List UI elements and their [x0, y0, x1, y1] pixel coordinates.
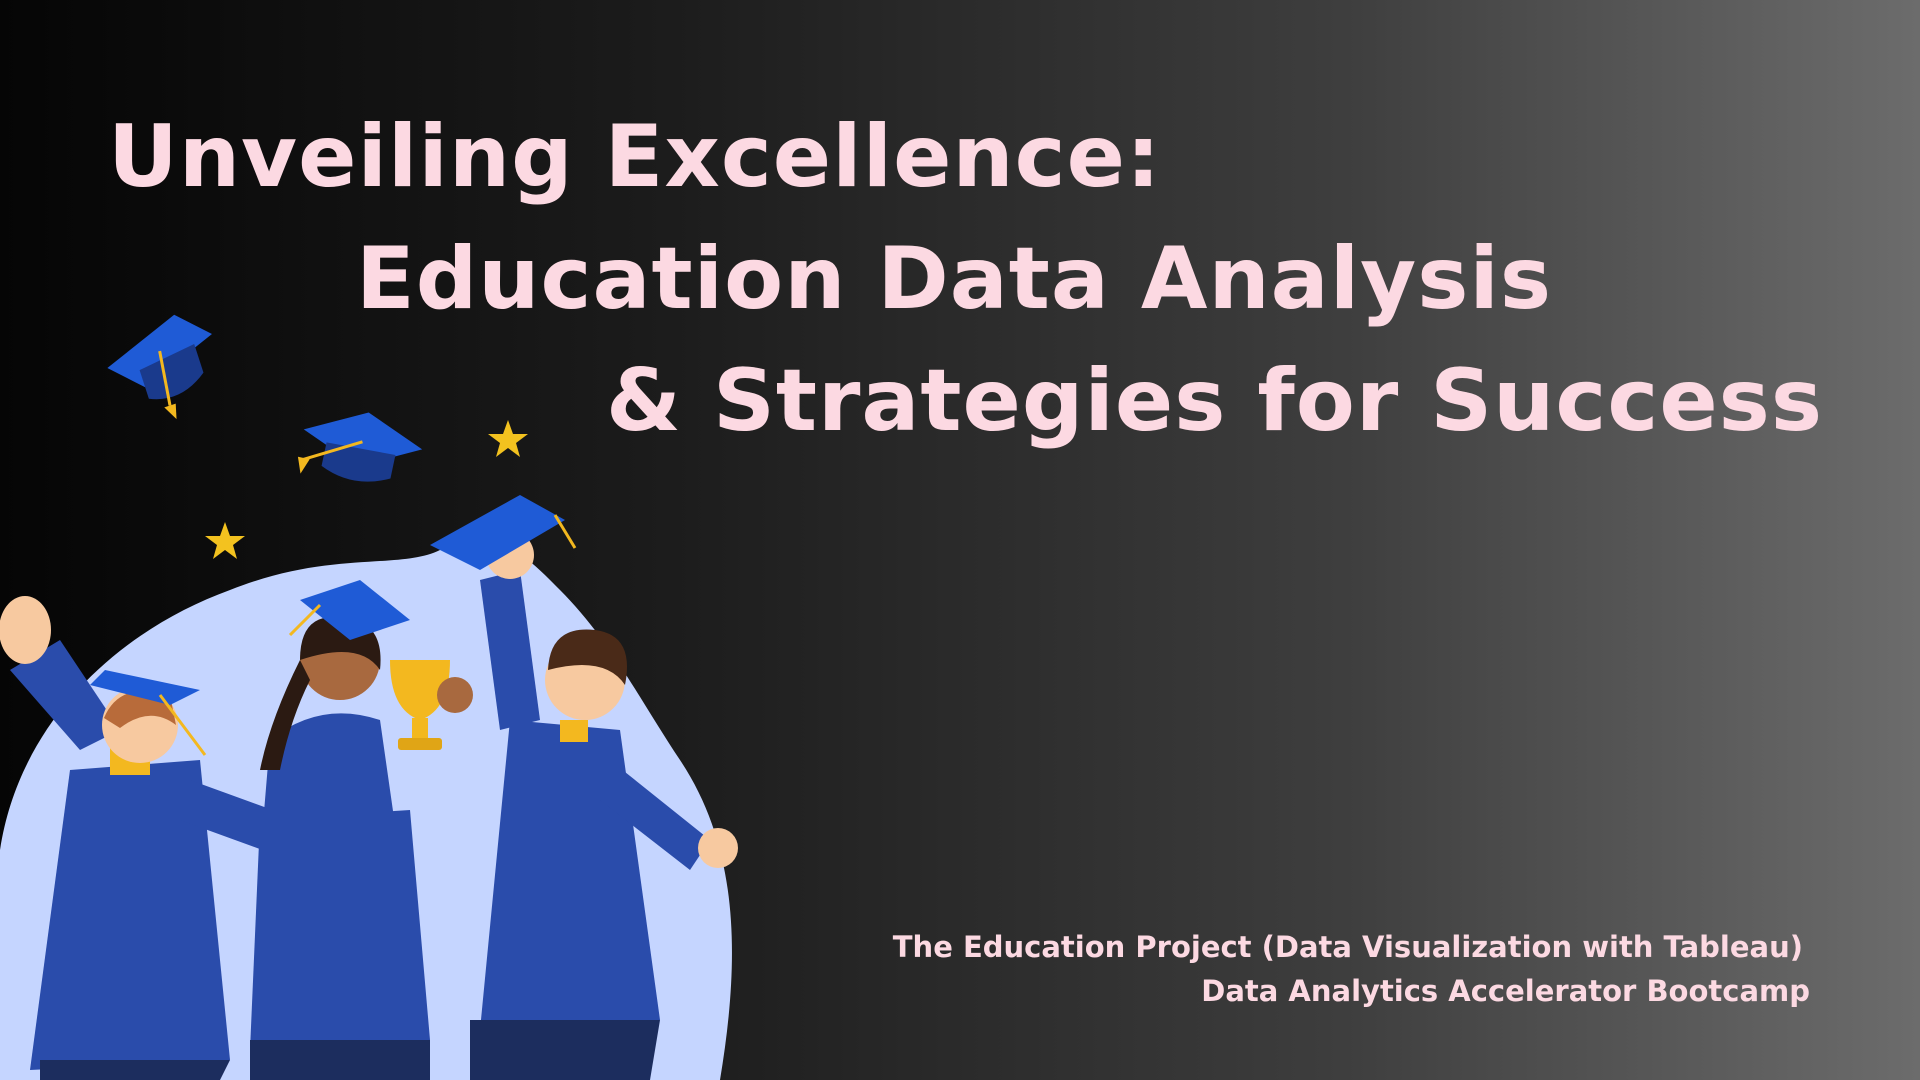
subtitle-bootcamp: Data Analytics Accelerator Bootcamp	[1201, 974, 1810, 1008]
graduates-illustration	[0, 314, 738, 1080]
star-icon	[205, 522, 245, 559]
graduation-cap-icon	[297, 412, 423, 482]
graduation-cap-icon	[107, 314, 212, 420]
title-line-1: Unveiling Excellence:	[108, 107, 1162, 207]
star-icon	[488, 420, 528, 457]
subtitle-project: The Education Project (Data Visualizatio…	[892, 930, 1803, 964]
title-line-3: & Strategies for Success	[606, 351, 1824, 451]
